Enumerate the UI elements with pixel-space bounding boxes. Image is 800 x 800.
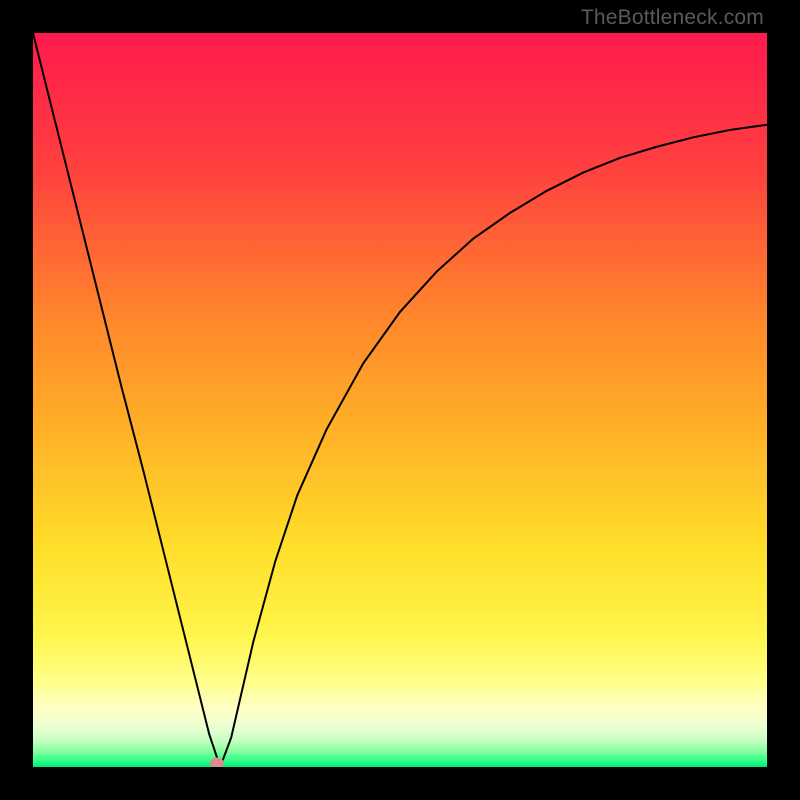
- optimal-point-marker: [210, 758, 224, 767]
- chart-frame: TheBottleneck.com: [0, 0, 800, 800]
- watermark-text: TheBottleneck.com: [581, 6, 764, 30]
- bottleneck-curve: [33, 33, 767, 767]
- plot-area: [33, 33, 767, 767]
